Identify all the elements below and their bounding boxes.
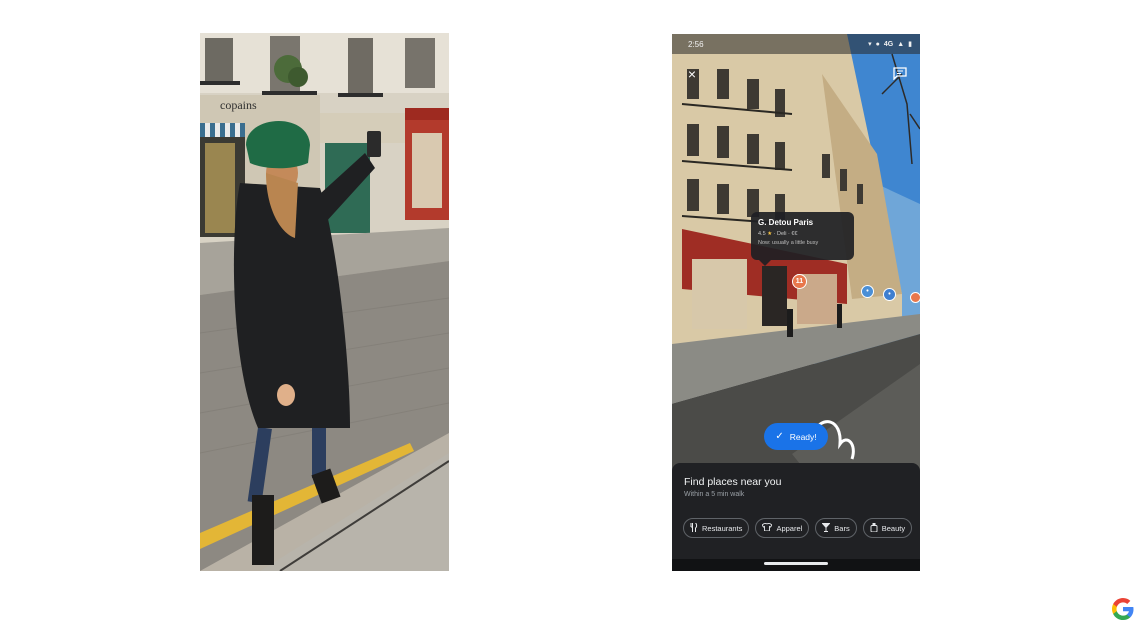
- chip-bars[interactable]: Bars: [815, 518, 857, 538]
- chip-restaurants[interactable]: Restaurants: [683, 518, 750, 538]
- place-busyness: Now: usually a little busy: [758, 240, 819, 246]
- chip-label: Beauty: [881, 523, 906, 533]
- close-icon: ×: [687, 66, 697, 82]
- ready-chip[interactable]: ✓ Ready!: [764, 423, 828, 450]
- home-indicator[interactable]: [764, 562, 828, 565]
- category-chips: Restaurants Apparel Bars Beauty: [683, 518, 913, 538]
- system-nav-bar: [672, 559, 920, 571]
- presentation-slide: copains 2:56 ▾ ● 4G ▲ ▮ × G. Detou Paris…: [0, 0, 1142, 634]
- place-info-card[interactable]: G. Detou Paris 4.5 ★ · Deli · €€ Now: us…: [751, 212, 854, 266]
- sheet-subtitle: Within a 5 min walk: [684, 491, 745, 498]
- chip-apparel[interactable]: Apparel: [755, 518, 810, 538]
- map-pin-place[interactable]: •: [861, 285, 874, 298]
- cocktail-icon: [821, 522, 832, 534]
- street-photo-woman-with-phone: copains: [200, 33, 449, 571]
- close-button[interactable]: ×: [682, 64, 702, 84]
- phone-screen-live-view: 2:56 ▾ ● 4G ▲ ▮ × G. Detou Paris 4.5 ★ ·…: [672, 34, 920, 571]
- pin-dot-icon: •: [888, 291, 891, 298]
- status-icons: ▾ ● 4G ▲ ▮: [868, 40, 912, 49]
- status-time: 2:56: [688, 39, 704, 49]
- bottle-icon: [870, 522, 878, 534]
- shop-sign-text: copains: [220, 98, 257, 112]
- street-photo-illustration: copains: [200, 33, 449, 571]
- map-pin-restaurant[interactable]: 11: [792, 274, 807, 289]
- chip-beauty[interactable]: Beauty: [862, 518, 913, 538]
- ready-label: Ready!: [789, 431, 817, 442]
- sheet-title: Find places near you: [684, 476, 782, 488]
- place-rating: 4.5: [758, 231, 766, 237]
- map-pin-shop[interactable]: •: [883, 288, 896, 301]
- status-bar: 2:56 ▾ ● 4G ▲ ▮: [672, 34, 920, 54]
- wifi-icon: ▾: [868, 41, 872, 48]
- place-meta: 4.5 ★ · Deli · €€: [758, 231, 847, 237]
- shirt-icon: [761, 522, 774, 533]
- pin-label: 11: [795, 278, 804, 285]
- chip-label: Restaurants: [702, 523, 743, 533]
- place-name: G. Detou Paris: [758, 218, 814, 227]
- star-icon: ★: [767, 231, 773, 237]
- chip-label: Bars: [834, 523, 850, 533]
- pin-dot-icon: •: [866, 288, 869, 295]
- location-icon: ●: [875, 40, 880, 48]
- feedback-button[interactable]: [890, 63, 910, 83]
- network-indicator: 4G: [883, 40, 894, 48]
- signal-icon: ▲: [897, 40, 905, 48]
- fork-knife-icon: [690, 522, 698, 534]
- place-meta-suffix: · Deli · €€: [773, 231, 798, 237]
- nearby-places-sheet: Find places near you Within a 5 min walk…: [672, 463, 920, 571]
- battery-icon: ▮: [908, 41, 912, 48]
- google-logo: [1112, 598, 1134, 620]
- check-icon: ✓: [775, 431, 784, 442]
- feedback-icon: [893, 66, 907, 80]
- chip-label: Apparel: [776, 523, 803, 533]
- map-pin-food[interactable]: [910, 292, 920, 303]
